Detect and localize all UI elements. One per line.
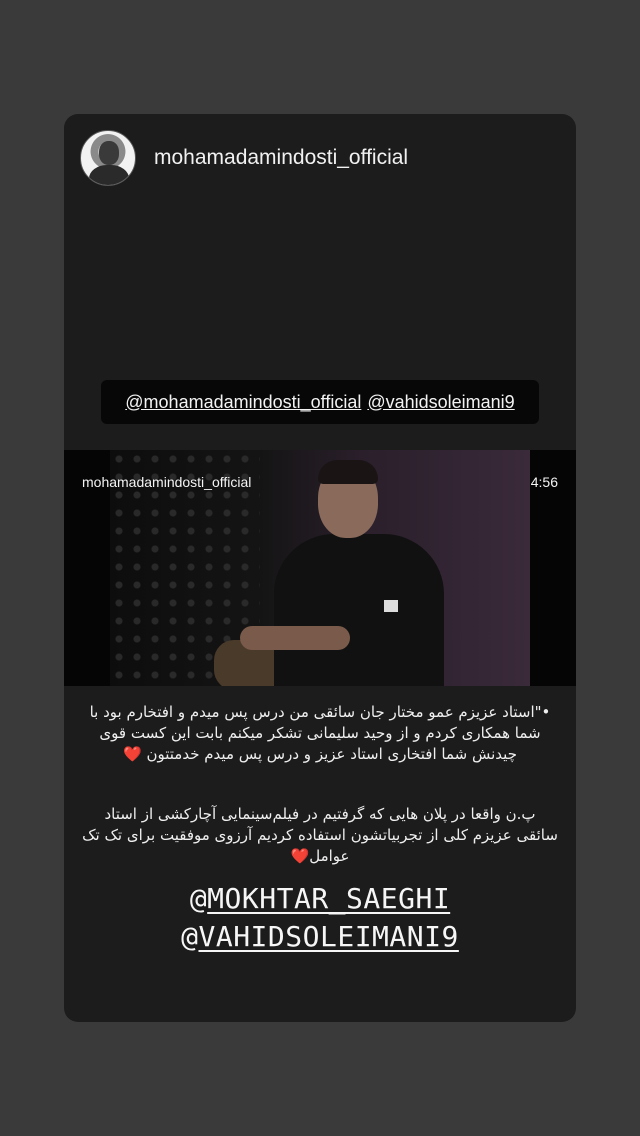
mention-handle: VAHIDSOLEIMANI9 [198, 920, 459, 953]
avatar[interactable] [80, 130, 136, 186]
person-hair [318, 460, 378, 484]
story-header: mohamadamindosti_official [80, 130, 408, 186]
mention-link[interactable]: @vahidsoleimani9 [367, 392, 514, 413]
avatar-body [89, 165, 129, 185]
person-shirt [274, 534, 444, 686]
heart-icon: ❤️ [290, 847, 310, 865]
caption-line-text: چیدنش شما افتخاری استاد عزیز و درس پس می… [146, 745, 517, 763]
video-username[interactable]: mohamadamindosti_official [82, 474, 251, 490]
avatar-face [99, 141, 119, 165]
mention-large[interactable]: @VAHIDSOLEIMANI9 [64, 918, 576, 956]
caption-text-1: •"استاد عزیزم عمو مختار جان سائقی من درس… [82, 702, 558, 765]
heart-icon: ❤️ [123, 745, 142, 763]
story-card: mohamadamindosti_official @mohamadamindo… [64, 114, 576, 1022]
shared-video[interactable]: mohamadamindosti_official 4:56 [64, 450, 576, 686]
large-mentions: @MOKHTAR_SAEGHI @VAHIDSOLEIMANI9 [64, 880, 576, 956]
mention-link[interactable]: @mohamadamindosti_official [125, 392, 361, 413]
video-duration: 4:56 [530, 474, 558, 490]
caption-line: عوامل❤️ [82, 846, 558, 867]
person-arm [240, 626, 350, 650]
caption-line: •"استاد عزیزم عمو مختار جان سائقی من درس… [89, 703, 551, 721]
caption-text-2: پ.ن واقعا در پلان هایی که گرفتیم در فیلم… [82, 804, 558, 867]
mention-large[interactable]: @MOKHTAR_SAEGHI [64, 880, 576, 918]
caption-line: شما همکاری کردم و از وحید سلیمانی تشکر م… [99, 724, 541, 742]
mention-sticker: @mohamadamindosti_official @vahidsoleima… [101, 380, 539, 424]
shirt-logo [384, 600, 398, 612]
caption-line-text: عوامل [309, 847, 350, 865]
caption-line: چیدنش شما افتخاری استاد عزیز و درس پس می… [82, 744, 558, 765]
story-username[interactable]: mohamadamindosti_official [154, 146, 408, 170]
caption-line: پ.ن واقعا در پلان هایی که گرفتیم در فیلم… [104, 805, 536, 823]
mention-handle: MOKHTAR_SAEGHI [207, 882, 451, 915]
caption-line: سائقی عزیزم کلی از تجربیاتشون استفاده کر… [82, 826, 558, 844]
